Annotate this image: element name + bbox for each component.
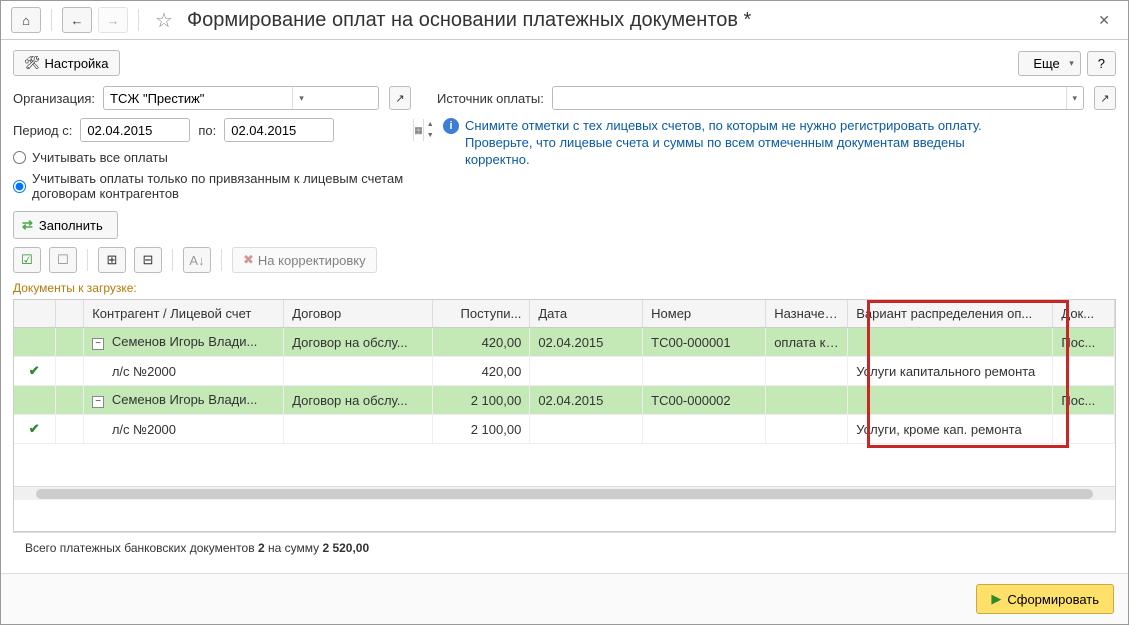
info-icon: i — [443, 118, 459, 134]
period-to-label: по: — [198, 123, 216, 138]
calendar-icon[interactable]: ▦ — [413, 119, 423, 141]
table-row[interactable]: − Семенов Игорь Влади...Договор на обслу… — [14, 328, 1115, 357]
date-to-input[interactable] — [225, 119, 413, 141]
col-number[interactable]: Номер — [643, 300, 766, 328]
date-from-field[interactable]: ▦ ▲ ▼ — [80, 118, 190, 142]
col-index[interactable] — [55, 300, 84, 328]
favorite-icon[interactable]: ☆ — [155, 8, 173, 33]
col-doc[interactable]: Док... — [1053, 300, 1115, 328]
radio-all-input[interactable] — [13, 151, 26, 164]
separator — [172, 249, 173, 271]
home-button[interactable]: ⌂ — [11, 7, 41, 33]
source-field[interactable]: ▾ — [552, 86, 1084, 110]
radio-all[interactable]: Учитывать все оплаты — [13, 150, 413, 165]
table-row[interactable]: − Семенов Игорь Влади...Договор на обслу… — [14, 386, 1115, 415]
separator — [51, 9, 52, 31]
sort-button[interactable]: A↓ — [183, 247, 211, 273]
horizontal-scrollbar[interactable] — [14, 486, 1115, 500]
source-input[interactable] — [553, 87, 1066, 109]
expand-all-button[interactable]: ⊞ — [98, 247, 126, 273]
back-button[interactable]: ← — [62, 7, 92, 33]
date-to-field[interactable]: ▦ ▲ ▼ — [224, 118, 334, 142]
play-icon: ▶ — [991, 591, 1001, 607]
col-purpose[interactable]: Назначен... — [766, 300, 848, 328]
org-field[interactable]: ▾ — [103, 86, 379, 110]
col-amount[interactable]: Поступи... — [432, 300, 529, 328]
correction-button: ✖ На корректировку — [232, 247, 377, 273]
fill-button[interactable]: ⇄ Заполнить — [13, 211, 118, 239]
col-variant[interactable]: Вариант распределения оп... — [848, 300, 1053, 328]
source-label: Источник оплаты: — [437, 91, 544, 106]
table-row[interactable]: ✔ л/с №20002 100,00Услуги, кроме кап. ре… — [14, 415, 1115, 444]
dropdown-icon[interactable]: ▾ — [292, 87, 310, 109]
period-from-label: Период с: — [13, 123, 72, 138]
check-all-button[interactable]: ☑ — [13, 247, 41, 273]
uncheck-all-button[interactable]: ☐ — [49, 247, 77, 273]
source-open-button[interactable]: ↗ — [1094, 86, 1116, 110]
forward-button[interactable]: → — [98, 7, 128, 33]
settings-button[interactable]: 🛠 Настройка — [13, 50, 120, 76]
more-button[interactable]: Еще — [1018, 51, 1080, 76]
collapse-all-button[interactable]: ⊟ — [134, 247, 162, 273]
table-row[interactable]: ✔ л/с №2000420,00Услуги капитального рем… — [14, 357, 1115, 386]
col-check[interactable] — [14, 300, 55, 328]
form-button[interactable]: ▶ Сформировать — [976, 584, 1114, 614]
info-text: Снимите отметки с тех лицевых счетов, по… — [465, 118, 1025, 169]
x-icon: ✖ — [243, 252, 254, 268]
separator — [138, 9, 139, 31]
radio-linked-input[interactable] — [13, 180, 26, 193]
section-label: Документы к загрузке: — [13, 281, 1116, 295]
col-contract[interactable]: Договор — [284, 300, 433, 328]
spin-up-icon[interactable]: ▲ — [423, 119, 437, 130]
refresh-icon: ⇄ — [22, 217, 33, 233]
org-open-button[interactable]: ↗ — [389, 86, 411, 110]
separator — [87, 249, 88, 271]
page-title: Формирование оплат на основании платежны… — [187, 9, 1084, 32]
separator — [221, 249, 222, 271]
collapse-icon[interactable]: − — [92, 396, 104, 408]
radio-linked[interactable]: Учитывать оплаты только по привязанным к… — [13, 171, 413, 201]
spin-down-icon[interactable]: ▼ — [423, 130, 437, 141]
col-date[interactable]: Дата — [530, 300, 643, 328]
collapse-icon[interactable]: − — [92, 338, 104, 350]
org-input[interactable] — [104, 87, 292, 109]
col-contractor[interactable]: Контрагент / Лицевой счет — [84, 300, 284, 328]
close-icon[interactable]: ✕ — [1090, 8, 1118, 33]
help-button[interactable]: ? — [1087, 51, 1116, 76]
summary-bar: Всего платежных банковских документов 2 … — [13, 532, 1116, 563]
documents-table[interactable]: Контрагент / Лицевой счет Договор Поступ… — [13, 299, 1116, 532]
dropdown-icon[interactable]: ▾ — [1066, 87, 1083, 109]
wrench-icon: 🛠 — [24, 55, 41, 71]
org-label: Организация: — [13, 91, 95, 106]
